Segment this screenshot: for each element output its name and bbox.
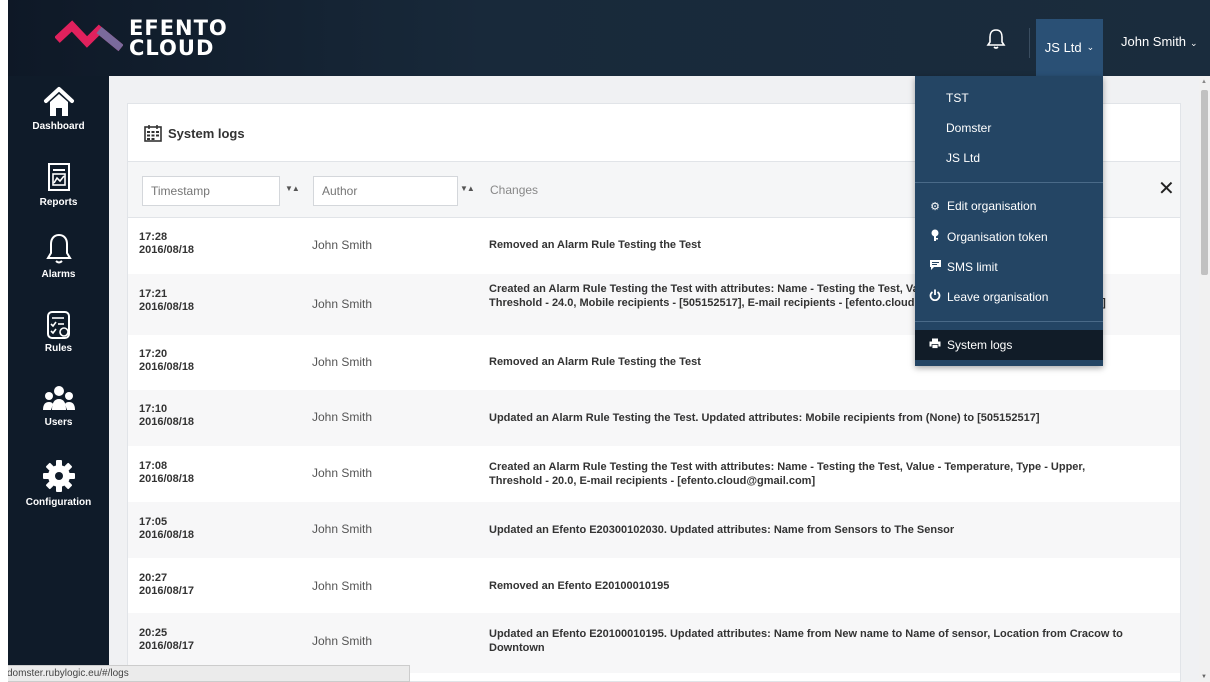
sidebar-item-users[interactable]: Users	[8, 384, 109, 428]
row-change: Updated an Alarm Rule Testing the Test. …	[489, 412, 1040, 424]
brand-logo[interactable]: EFENTO CLOUD	[55, 16, 228, 60]
row-author: John Smith	[312, 297, 373, 311]
row-timestamp: 20:27 2016/08/17	[139, 572, 195, 597]
notifications-bell-icon[interactable]	[986, 28, 1006, 50]
report-icon	[47, 163, 70, 191]
changes-header: Changes	[490, 183, 539, 197]
row-author: John Smith	[312, 579, 373, 593]
page-scrollbar[interactable]: ▲ ▼	[1199, 76, 1210, 682]
row-timestamp: 17:10 2016/08/18	[139, 403, 195, 428]
sidebar-item-rules[interactable]: Rules	[8, 310, 109, 354]
table-row: 20:27 2016/08/17 John Smith Removed an Ef…	[128, 558, 1180, 613]
row-author: John Smith	[312, 355, 373, 369]
home-icon	[43, 87, 74, 116]
organisation-token-item[interactable]: Organisation token	[928, 229, 1048, 245]
sidebar-item-reports[interactable]: Reports	[8, 162, 109, 208]
timestamp-sort-icon[interactable]: ▼▲	[285, 184, 300, 193]
table-row: 17:08 2016/08/18 John Smith Created an Al…	[128, 446, 1180, 502]
author-sort-icon[interactable]: ▼▲	[460, 184, 475, 193]
org-item-domster[interactable]: Domster	[946, 121, 991, 135]
row-timestamp: 17:21 2016/08/18	[139, 288, 195, 313]
chevron-down-icon: ⌄	[1086, 42, 1095, 52]
author-filter-input[interactable]	[313, 176, 458, 206]
row-author: John Smith	[312, 238, 373, 252]
scroll-down-icon[interactable]: ▼	[1201, 674, 1207, 680]
calendar-icon	[144, 125, 162, 142]
dropdown-divider	[915, 321, 1103, 322]
row-change: Updated an Efento E20100010195. Updated …	[489, 628, 1123, 654]
timestamp-filter-input[interactable]	[142, 176, 280, 206]
rules-icon	[46, 311, 70, 339]
row-author: John Smith	[312, 634, 373, 648]
row-author: John Smith	[312, 466, 373, 480]
edit-organisation-item[interactable]: ⚙ Edit organisation	[928, 199, 1036, 213]
page-title: System logs	[144, 124, 245, 142]
window-edge	[0, 0, 8, 682]
user-menu-button[interactable]: John Smith ⌄	[1121, 34, 1198, 49]
logo-mark-icon	[55, 20, 123, 52]
system-logs-item[interactable]: System logs	[928, 338, 1012, 352]
top-bar: EFENTO CLOUD JS Ltd ⌄ John Smith ⌄	[0, 0, 1210, 76]
organisation-menu-button[interactable]: JS Ltd ⌄	[1036, 19, 1103, 76]
table-row: 20:25 2016/08/17 John Smith Updated an Ef…	[128, 613, 1180, 673]
row-timestamp: 17:08 2016/08/18	[139, 460, 195, 485]
scroll-thumb[interactable]	[1201, 90, 1208, 275]
table-row: 17:10 2016/08/18 John Smith Updated an Al…	[128, 390, 1180, 446]
row-change: Created an Alarm Rule Testing the Test w…	[489, 461, 1086, 487]
org-item-js-ltd[interactable]: JS Ltd	[946, 151, 980, 165]
row-change: Removed an Efento E20100010195	[489, 580, 670, 592]
sidebar-item-dashboard[interactable]: Dashboard	[8, 86, 109, 132]
row-timestamp: 17:05 2016/08/18	[139, 516, 195, 541]
scroll-up-icon[interactable]: ▲	[1201, 79, 1207, 85]
sidebar-item-configuration[interactable]: Configuration	[8, 458, 109, 508]
row-timestamp: 17:20 2016/08/18	[139, 348, 195, 373]
status-url: domster.rubylogic.eu/#/logs	[0, 665, 410, 682]
users-icon	[42, 386, 75, 410]
sidebar: Dashboard Reports Alarms Rules Users Con…	[8, 76, 109, 682]
table-row: 17:05 2016/08/18 John Smith Updated an Ef…	[128, 502, 1180, 558]
organisation-dropdown: TST Domster JS Ltd ⚙ Edit organisation Or…	[915, 76, 1103, 366]
message-icon	[928, 259, 942, 274]
brand-name: EFENTO CLOUD	[129, 16, 228, 60]
row-timestamp: 20:25 2016/08/17	[139, 627, 195, 652]
row-author: John Smith	[312, 410, 373, 424]
sidebar-item-alarms[interactable]: Alarms	[8, 232, 109, 280]
gear-icon: ⚙	[930, 200, 940, 213]
org-item-tst[interactable]: TST	[946, 91, 969, 105]
power-icon	[928, 289, 942, 304]
row-author: John Smith	[312, 522, 373, 536]
row-change: Updated an Efento E20300102030. Updated …	[489, 524, 955, 536]
gear-icon	[42, 460, 75, 492]
sms-limit-item[interactable]: SMS limit	[928, 259, 998, 274]
printer-icon	[928, 338, 942, 352]
chevron-down-icon: ⌄	[1190, 38, 1198, 48]
dropdown-divider	[915, 182, 1103, 183]
topbar-divider	[1029, 28, 1030, 58]
leave-organisation-item[interactable]: Leave organisation	[928, 289, 1048, 304]
close-icon[interactable]: ✕	[1158, 176, 1175, 201]
bell-icon	[45, 233, 72, 264]
row-timestamp: 17:28 2016/08/18	[139, 231, 195, 256]
key-icon	[928, 229, 942, 245]
